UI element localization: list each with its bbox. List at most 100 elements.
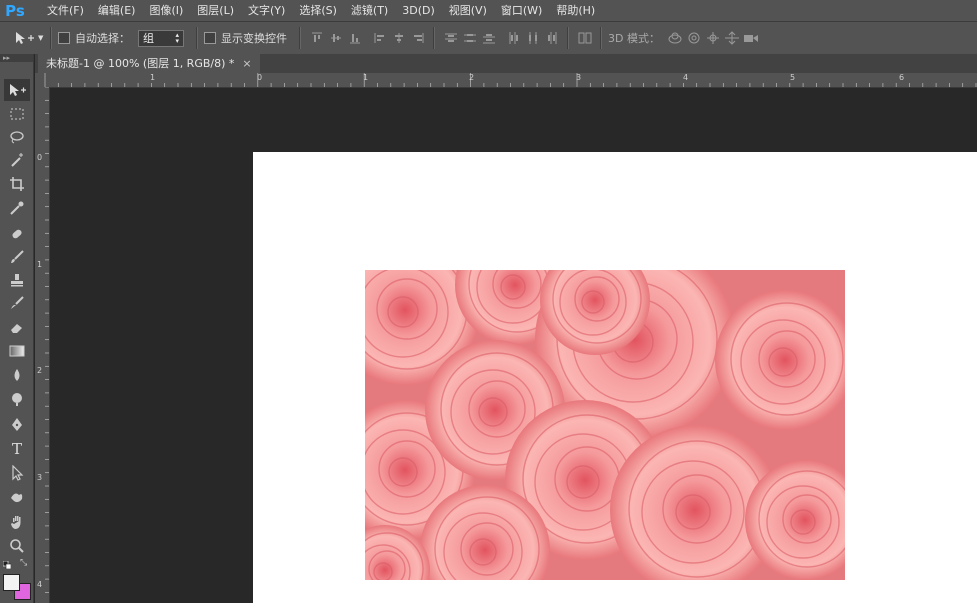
default-colors-icon[interactable] [2,559,12,570]
panel-collapse-handle[interactable]: ▸▸ [0,54,33,62]
blur-tool[interactable] [4,364,30,386]
divider [299,27,301,49]
3d-scale-icon[interactable] [742,28,761,48]
eraser-icon [11,324,22,333]
menu-file[interactable]: 文件(F) [40,0,91,21]
menu-layer[interactable]: 图层(L) [190,0,241,21]
document-tab-title: 未标题-1 @ 100% (图层 1, RGB/8) * [46,57,235,70]
3d-rotate-icon[interactable] [666,28,685,48]
swap-colors-icon[interactable]: ⤡ [20,558,30,568]
eyedropper-tool[interactable] [4,197,30,219]
distribute-bottom-icon[interactable] [479,28,498,48]
menu-select[interactable]: 选择(S) [292,0,344,21]
foreground-color-swatch[interactable] [3,574,20,591]
auto-select-label: 自动选择： [75,32,130,45]
vertical-ruler-ticks [45,87,49,593]
distribute-vcenter-icon[interactable] [460,28,479,48]
v-ruler-label: 2 [37,366,43,375]
document-tab-bar: 未标题-1 @ 100% (图层 1, RGB/8) * × [35,54,977,73]
path-selection-tool[interactable] [4,462,30,484]
arrow-pointer-icon [12,465,24,481]
zoom-tool[interactable] [4,535,30,557]
menu-type[interactable]: 文字(Y) [241,0,292,21]
menu-view[interactable]: 视图(V) [442,0,494,21]
bandage-icon [12,229,22,239]
auto-align-icon[interactable] [575,28,594,48]
hand-tool[interactable] [4,511,30,533]
move-tool[interactable] [4,79,30,101]
distribute-right-icon[interactable] [542,28,561,48]
eyedropper-icon [10,201,24,215]
canvas-workspace[interactable] [50,88,977,603]
pen-icon [12,418,22,431]
menu-3d[interactable]: 3D(D) [395,0,442,21]
align-top-icon[interactable] [307,28,326,48]
photoshop-logo[interactable]: Ps [2,0,28,21]
stamp-icon [11,274,23,287]
options-bar: ▼ 自动选择： 组 ▴ ▾ 显示变换控件 3D 模式： [0,21,977,54]
auto-select-checkbox[interactable] [58,32,70,44]
lasso-tool[interactable] [4,126,30,148]
blur-drop-icon [14,369,20,381]
distribute-hcenter-icon[interactable] [523,28,542,48]
distribute-top-icon[interactable] [441,28,460,48]
menu-image[interactable]: 图像(I) [142,0,190,21]
type-icon: T [11,440,22,458]
v-ruler-label: 1 [37,260,43,269]
pen-tool[interactable] [4,414,30,436]
shape-tool[interactable] [4,486,30,508]
horizontal-ruler[interactable]: 1 0 1 2 3 4 5 6 [35,73,977,88]
3d-roll-icon[interactable] [685,28,704,48]
chevron-down-icon: ▼ [38,34,44,42]
magic-wand-icon [11,153,23,167]
menu-help[interactable]: 帮助(H) [549,0,602,21]
h-ruler-label: 6 [899,73,905,82]
h-ruler-label: 3 [576,73,582,82]
tool-preset-picker[interactable]: ▼ [14,26,44,50]
align-right-icon[interactable] [408,28,427,48]
3d-drag-icon[interactable] [704,28,723,48]
brush-tool[interactable] [4,246,30,268]
tools-panel: ▸▸ T ⤡ [0,54,34,603]
crop-tool[interactable] [4,173,30,195]
h-ruler-label: 0 [257,73,263,82]
align-hcenter-icon[interactable] [389,28,408,48]
marquee-icon [10,108,24,120]
type-tool[interactable]: T [4,438,30,460]
vertical-ruler[interactable]: 0 1 2 3 4 [35,87,50,603]
lasso-icon [10,131,24,144]
gradient-tool[interactable] [4,340,30,362]
healing-brush-tool[interactable] [4,223,30,245]
show-transform-checkbox[interactable] [204,32,216,44]
document-tab[interactable]: 未标题-1 @ 100% (图层 1, RGB/8) * × [38,54,260,73]
crop-icon [10,177,24,191]
divider [567,27,569,49]
menu-edit[interactable]: 编辑(E) [91,0,143,21]
show-transform-label: 显示变换控件 [221,32,287,45]
align-left-icon[interactable] [370,28,389,48]
history-brush-icon [11,296,24,309]
3d-slide-icon[interactable] [723,28,742,48]
magnifier-icon [10,539,24,553]
distribute-left-icon[interactable] [504,28,523,48]
dodge-icon [12,393,22,406]
gradient-icon [9,345,25,357]
marquee-tool[interactable] [4,103,30,125]
auto-select-value: 组 [143,32,154,45]
dodge-tool[interactable] [4,388,30,410]
align-bottom-icon[interactable] [345,28,364,48]
align-vcenter-icon[interactable] [326,28,345,48]
eraser-tool[interactable] [4,316,30,338]
clone-stamp-tool[interactable] [4,269,30,291]
magic-wand-tool[interactable] [4,149,30,171]
move-icon [10,84,26,96]
auto-select-dropdown[interactable]: 组 ▴ ▾ [138,29,184,47]
document-canvas[interactable] [253,152,977,603]
h-ruler-label: 2 [469,73,475,82]
menu-window[interactable]: 窗口(W) [494,0,549,21]
close-icon[interactable]: × [242,54,251,73]
history-brush-tool[interactable] [4,292,30,314]
rose-image-layer[interactable] [365,270,845,580]
menu-filter[interactable]: 滤镜(T) [344,0,395,21]
v-ruler-label: 4 [37,580,43,589]
